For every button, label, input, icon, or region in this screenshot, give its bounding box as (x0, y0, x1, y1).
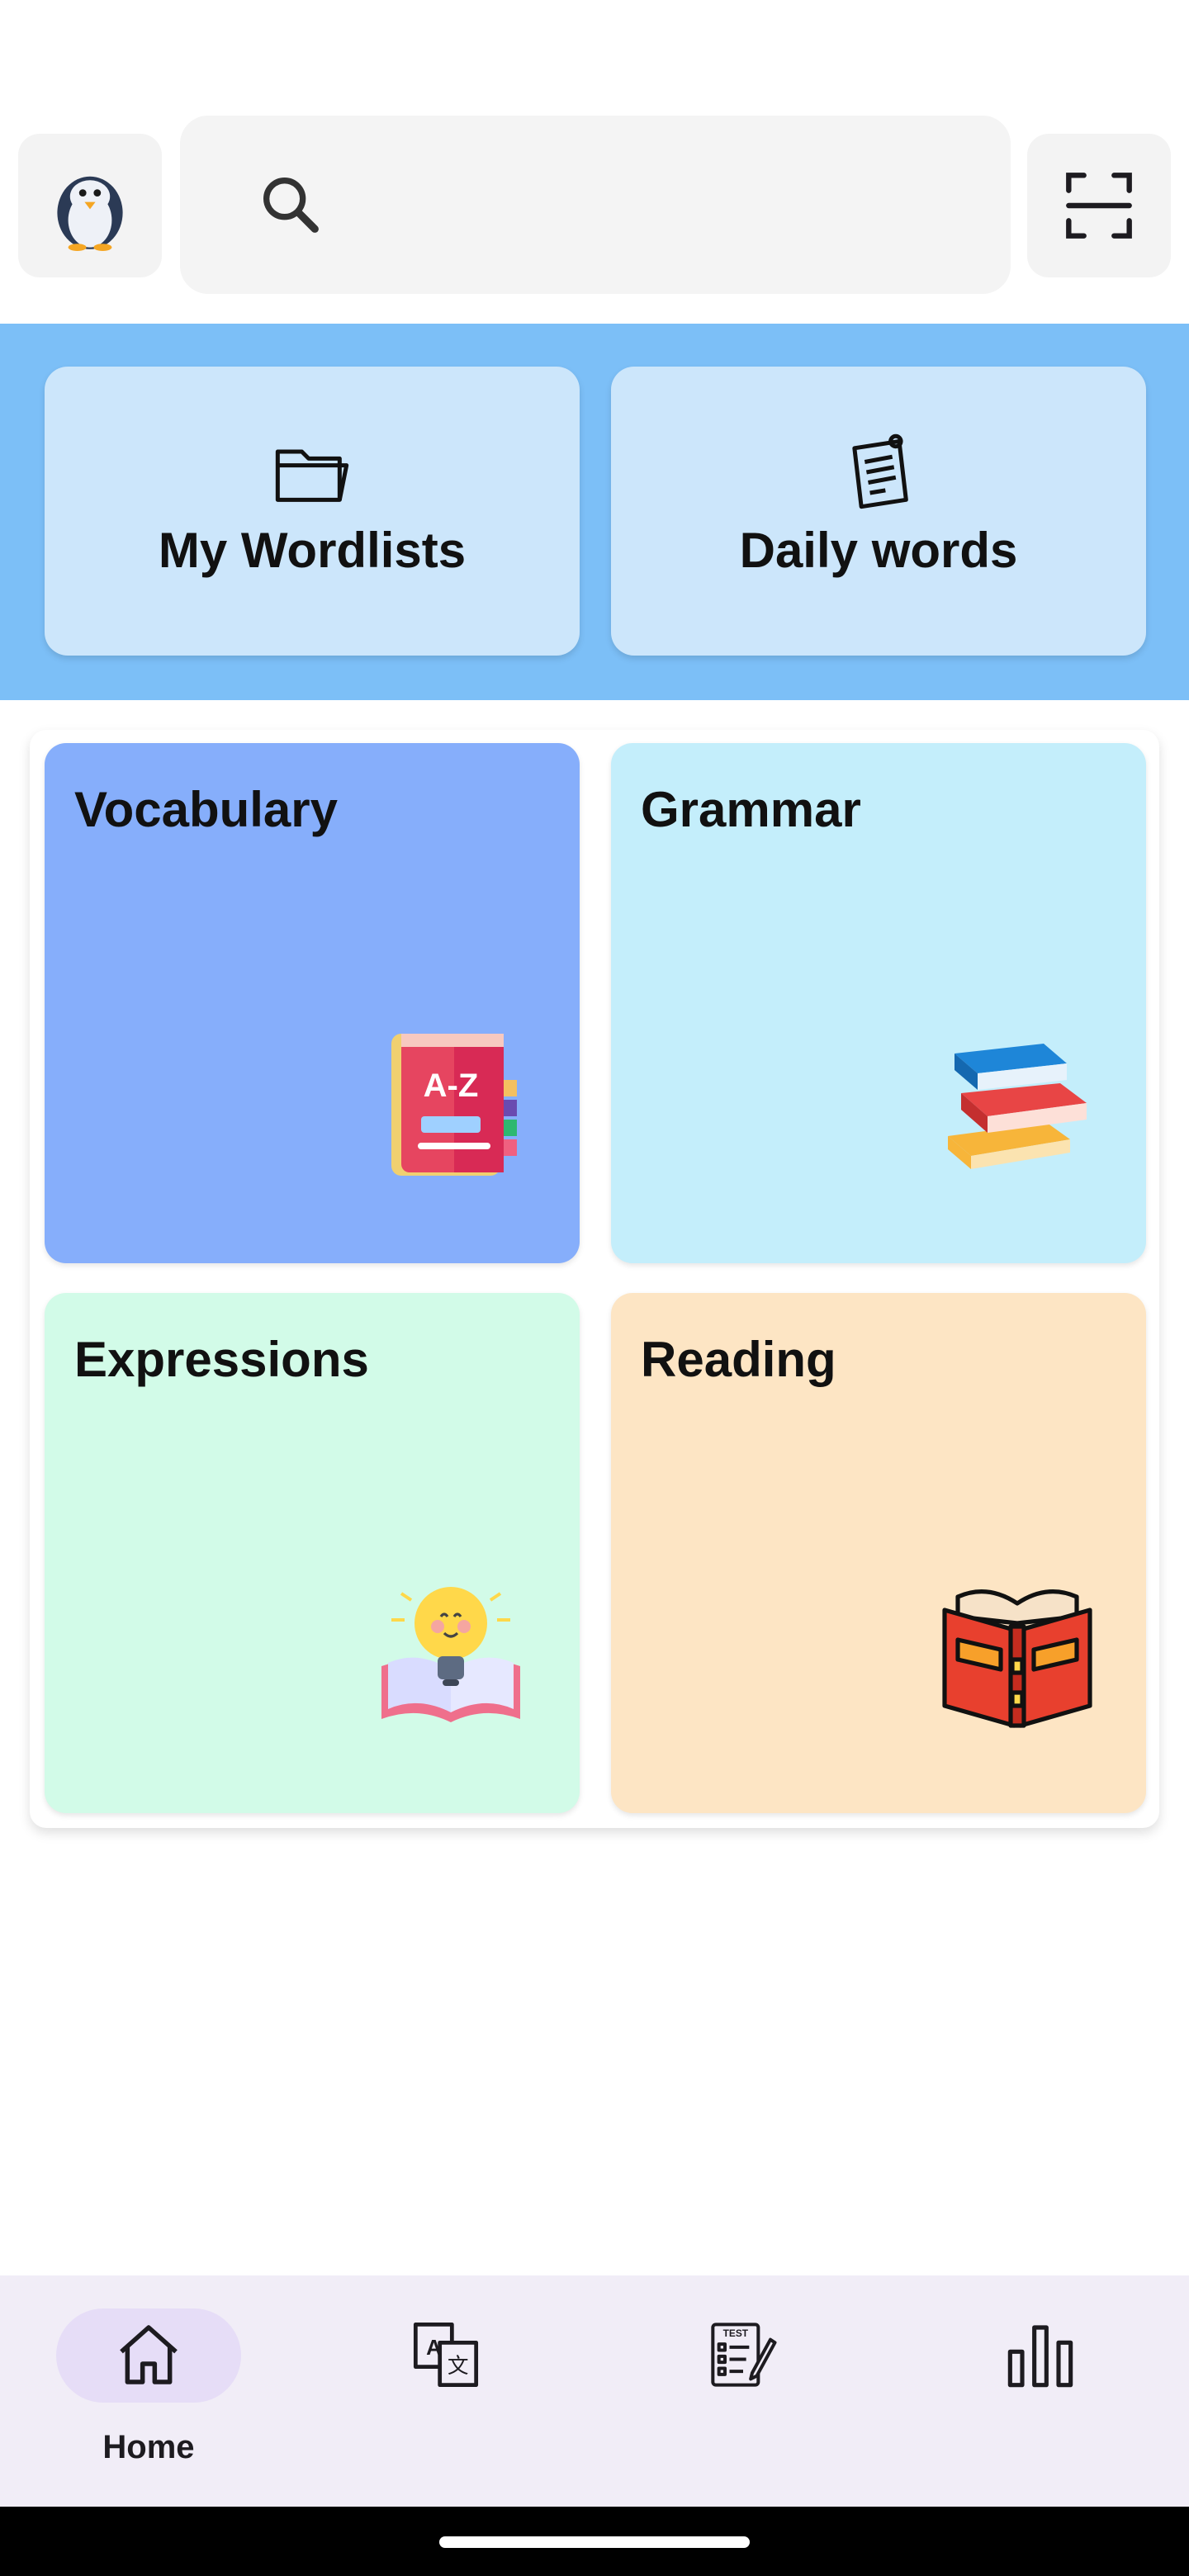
category-title: Reading (641, 1332, 836, 1387)
svg-text:TEST: TEST (723, 2327, 749, 2339)
my-wordlists-card[interactable]: My Wordlists (45, 367, 580, 656)
nav-stats[interactable] (892, 2275, 1189, 2507)
category-title: Vocabulary (74, 782, 339, 837)
test-icon: TEST (711, 2323, 777, 2387)
category-grammar[interactable]: Grammar (611, 743, 1146, 1263)
svg-text:文: 文 (448, 2354, 469, 2379)
nav-home[interactable]: Home (0, 2275, 297, 2507)
quick-actions-band: My Wordlists Daily words (0, 324, 1189, 700)
category-expressions[interactable]: Expressions (45, 1293, 580, 1813)
book-stack-icon (948, 1044, 1087, 1169)
translate-icon: A 文 (413, 2322, 479, 2388)
system-navigation-bar (0, 2507, 1189, 2576)
category-reading[interactable]: Reading (611, 1293, 1146, 1813)
svg-text:A: A (426, 2337, 442, 2360)
home-indicator[interactable] (439, 2536, 750, 2548)
my-wordlists-label: My Wordlists (158, 523, 467, 578)
nav-test[interactable]: TEST (594, 2275, 892, 2507)
folder-icon (275, 449, 349, 502)
category-vocabulary[interactable]: Vocabulary A-Z (45, 743, 580, 1263)
search-bar[interactable] (180, 116, 1011, 294)
top-bar (0, 0, 1189, 324)
bottom-navigation: Home A 文 TEST (0, 2275, 1189, 2507)
penguin-icon (57, 176, 123, 251)
scan-button[interactable] (1027, 134, 1171, 277)
daily-words-label: Daily words (739, 523, 1018, 578)
home-icon (120, 2325, 178, 2384)
stats-icon (1007, 2325, 1073, 2388)
category-grid: Vocabulary A-Z Grammar Expressions Readi… (30, 730, 1159, 1828)
avatar-button[interactable] (18, 134, 162, 277)
nav-home-label: Home (102, 2429, 195, 2465)
search-icon (263, 178, 319, 233)
nav-translate[interactable]: A 文 (297, 2275, 594, 2507)
scan-icon (1066, 173, 1132, 239)
category-title: Expressions (74, 1332, 369, 1387)
note-icon (852, 433, 908, 509)
search-input[interactable] (345, 157, 973, 253)
category-title: Grammar (641, 782, 861, 837)
open-book-icon (942, 1589, 1092, 1728)
svg-text:A-Z: A-Z (424, 1068, 479, 1104)
lightbulb-book-icon (381, 1587, 520, 1722)
daily-words-card[interactable]: Daily words (611, 367, 1146, 656)
az-book-icon: A-Z (391, 1034, 517, 1176)
